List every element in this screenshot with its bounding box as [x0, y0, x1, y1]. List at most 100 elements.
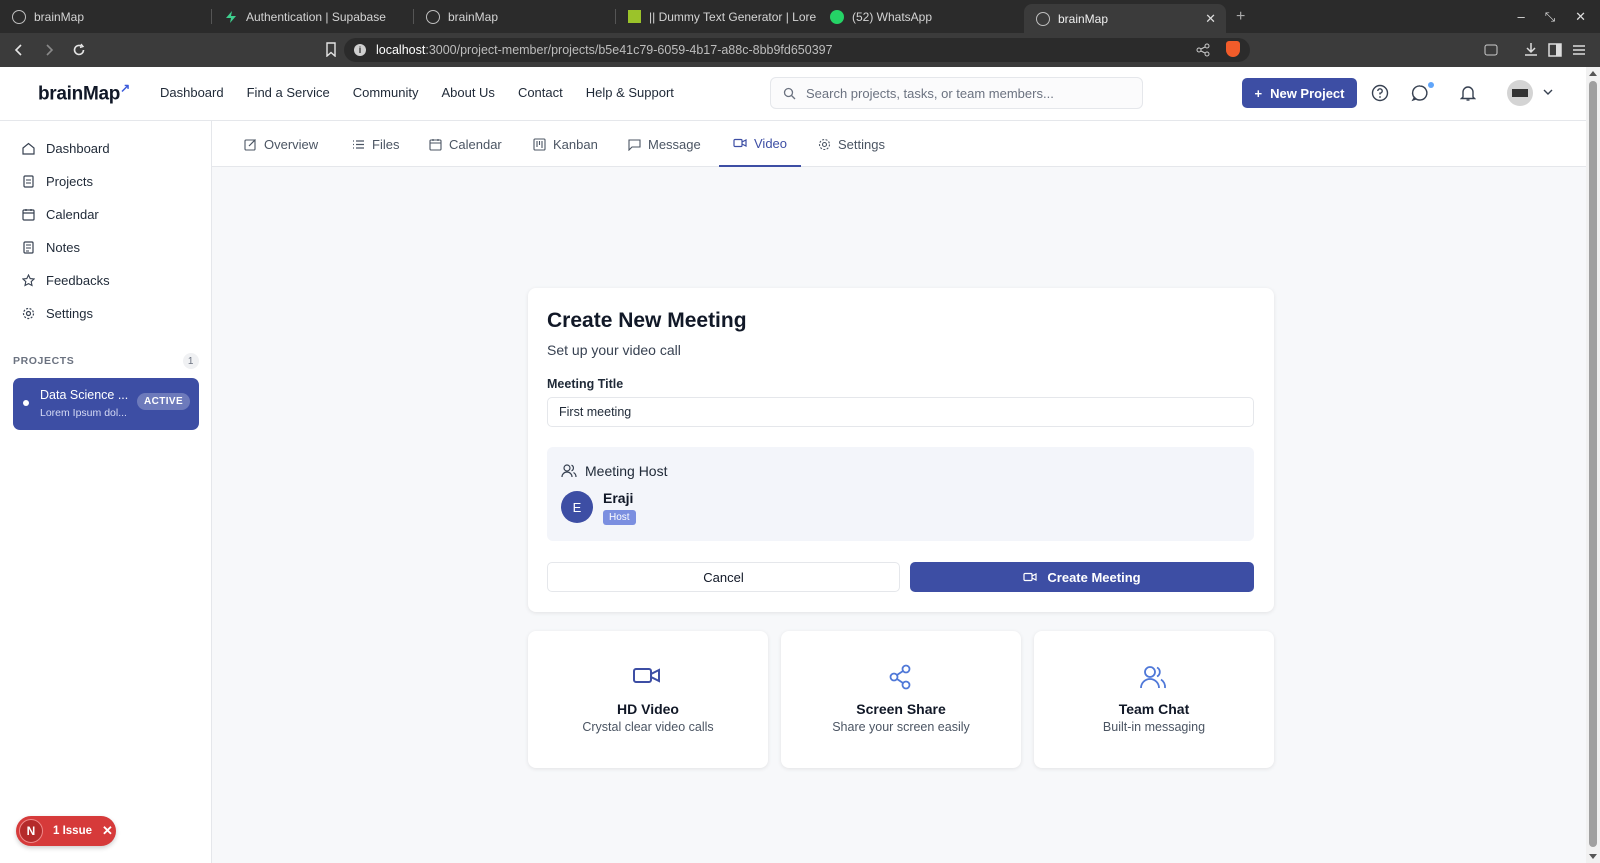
tab-files[interactable]: Files [352, 121, 399, 167]
scrollbar-thumb[interactable] [1589, 81, 1597, 847]
create-meeting-button[interactable]: Create Meeting [910, 562, 1254, 592]
download-icon[interactable] [1524, 42, 1538, 57]
close-icon[interactable]: ✕ [102, 823, 113, 839]
projects-count-badge: 1 [183, 353, 199, 369]
feature-card-hd-video: HD Video Crystal clear video calls [528, 631, 768, 768]
browser-tab-bar: brainMap Authentication | Supabase brain… [0, 0, 1600, 33]
globe-icon [426, 9, 440, 24]
project-name: Data Science ... [40, 388, 129, 402]
nav-about-us[interactable]: About Us [441, 85, 494, 100]
browser-tab-active[interactable]: brainMap ✕ [1024, 4, 1226, 33]
card-subtitle: Set up your video call [547, 342, 681, 358]
video-icon [632, 664, 662, 686]
reload-icon[interactable] [68, 39, 90, 61]
browser-tab[interactable]: brainMap [414, 0, 616, 33]
tab-message[interactable]: Message [628, 121, 701, 167]
chevron-down-icon[interactable] [1543, 88, 1553, 96]
close-window-icon[interactable]: ✕ [1575, 9, 1586, 25]
brave-shield-icon[interactable] [1226, 41, 1240, 57]
tab-settings[interactable]: Settings [818, 121, 885, 167]
project-card[interactable]: Data Science ... Lorem Ipsum dol... ACTI… [13, 378, 199, 430]
video-icon [733, 138, 747, 148]
sidebar-item-feedbacks[interactable]: Feedbacks [22, 273, 110, 288]
sidebar-item-notes[interactable]: Notes [22, 240, 80, 255]
url-field[interactable]: i localhost:3000/project-member/projects… [344, 38, 1250, 62]
share-icon[interactable] [1196, 43, 1210, 57]
issues-label: 1 Issue [53, 825, 92, 837]
globe-icon [1036, 11, 1050, 26]
meeting-host-panel: Meeting Host E Eraji Host [547, 447, 1254, 541]
forward-icon[interactable] [38, 39, 60, 61]
tab-video[interactable]: Video [719, 121, 802, 167]
host-badge: Host [603, 510, 636, 525]
nav-contact[interactable]: Contact [518, 85, 563, 100]
edit-icon [244, 138, 256, 151]
sidebar-item-projects[interactable]: Projects [22, 174, 93, 189]
nav-find-a-service[interactable]: Find a Service [247, 85, 330, 100]
back-icon[interactable] [8, 39, 30, 61]
globe-icon [12, 9, 26, 24]
calendar-icon [22, 209, 35, 221]
site-info-icon[interactable]: i [354, 44, 366, 56]
sidebar-item-settings[interactable]: Settings [22, 306, 93, 321]
avatar[interactable] [1507, 80, 1533, 106]
meeting-host-heading: Meeting Host [561, 463, 667, 479]
cancel-button[interactable]: Cancel [547, 562, 900, 592]
screenshot-icon[interactable] [1484, 43, 1498, 57]
browser-tab[interactable]: brainMap [0, 0, 212, 33]
browser-address-bar: i localhost:3000/project-member/projects… [0, 33, 1600, 67]
new-tab-icon[interactable]: + [1236, 8, 1245, 26]
menu-icon[interactable] [1572, 43, 1586, 57]
kanban-icon [533, 137, 546, 151]
notification-dot [1428, 82, 1434, 88]
share-icon [885, 664, 915, 690]
create-meeting-card: Create New Meeting Set up your video cal… [528, 288, 1274, 612]
minimize-icon[interactable]: – [1517, 9, 1524, 24]
close-tab-icon[interactable]: ✕ [1205, 11, 1216, 27]
plus-icon: + [1254, 85, 1263, 101]
bell-icon[interactable] [1460, 84, 1476, 102]
gear-icon [22, 307, 35, 320]
app-header: brainMap↗ Dashboard Find a Service Commu… [0, 67, 1586, 121]
issues-indicator[interactable]: N 1 Issue ✕ [16, 816, 116, 846]
tab-overview[interactable]: Overview [244, 121, 318, 167]
nav-help-support[interactable]: Help & Support [586, 85, 674, 100]
host-name: Eraji [603, 490, 634, 506]
scroll-down-icon[interactable] [1589, 854, 1597, 859]
logo[interactable]: brainMap↗ [38, 81, 130, 105]
restore-icon[interactable]: ⤡ [1545, 9, 1555, 25]
feature-card-screen-share: Screen Share Share your screen easily [781, 631, 1021, 768]
new-project-button[interactable]: + New Project [1242, 78, 1357, 108]
meeting-title-input[interactable]: First meeting [547, 397, 1254, 427]
users-icon [1138, 664, 1168, 690]
generator-icon [628, 10, 641, 23]
vertical-scrollbar[interactable] [1586, 67, 1600, 863]
browser-tab[interactable]: || Dummy Text Generator | Lore [616, 0, 818, 33]
search-icon [783, 87, 796, 99]
star-icon [22, 274, 35, 287]
project-tabs: Overview Files Calendar Kanban Message V… [212, 121, 1586, 167]
tab-kanban[interactable]: Kanban [533, 121, 598, 167]
browser-tab[interactable]: (52) WhatsApp [818, 0, 1024, 33]
sidebar-toggle-icon[interactable] [1548, 43, 1562, 57]
chat-icon[interactable] [1411, 84, 1429, 102]
projects-heading: PROJECTS 1 [13, 353, 199, 369]
message-icon [628, 138, 641, 151]
search-input[interactable]: Search projects, tasks, or team members.… [770, 77, 1143, 109]
sidebar-item-dashboard[interactable]: Dashboard [22, 141, 110, 156]
help-icon[interactable] [1371, 84, 1389, 102]
list-icon [353, 139, 364, 149]
supabase-icon [226, 10, 236, 23]
project-desc: Lorem Ipsum dol... [40, 407, 127, 419]
browser-tab[interactable]: Authentication | Supabase [212, 0, 414, 33]
nav-community[interactable]: Community [353, 85, 419, 100]
logo-mark-icon: ↗ [120, 81, 130, 95]
home-icon [22, 142, 35, 155]
tab-calendar[interactable]: Calendar [429, 121, 502, 167]
bookmark-icon[interactable] [325, 42, 337, 57]
feature-card-team-chat: Team Chat Built-in messaging [1034, 631, 1274, 768]
gear-icon [818, 138, 831, 150]
nav-dashboard[interactable]: Dashboard [160, 85, 224, 100]
scroll-up-icon[interactable] [1589, 71, 1597, 76]
sidebar-item-calendar[interactable]: Calendar [22, 207, 99, 222]
